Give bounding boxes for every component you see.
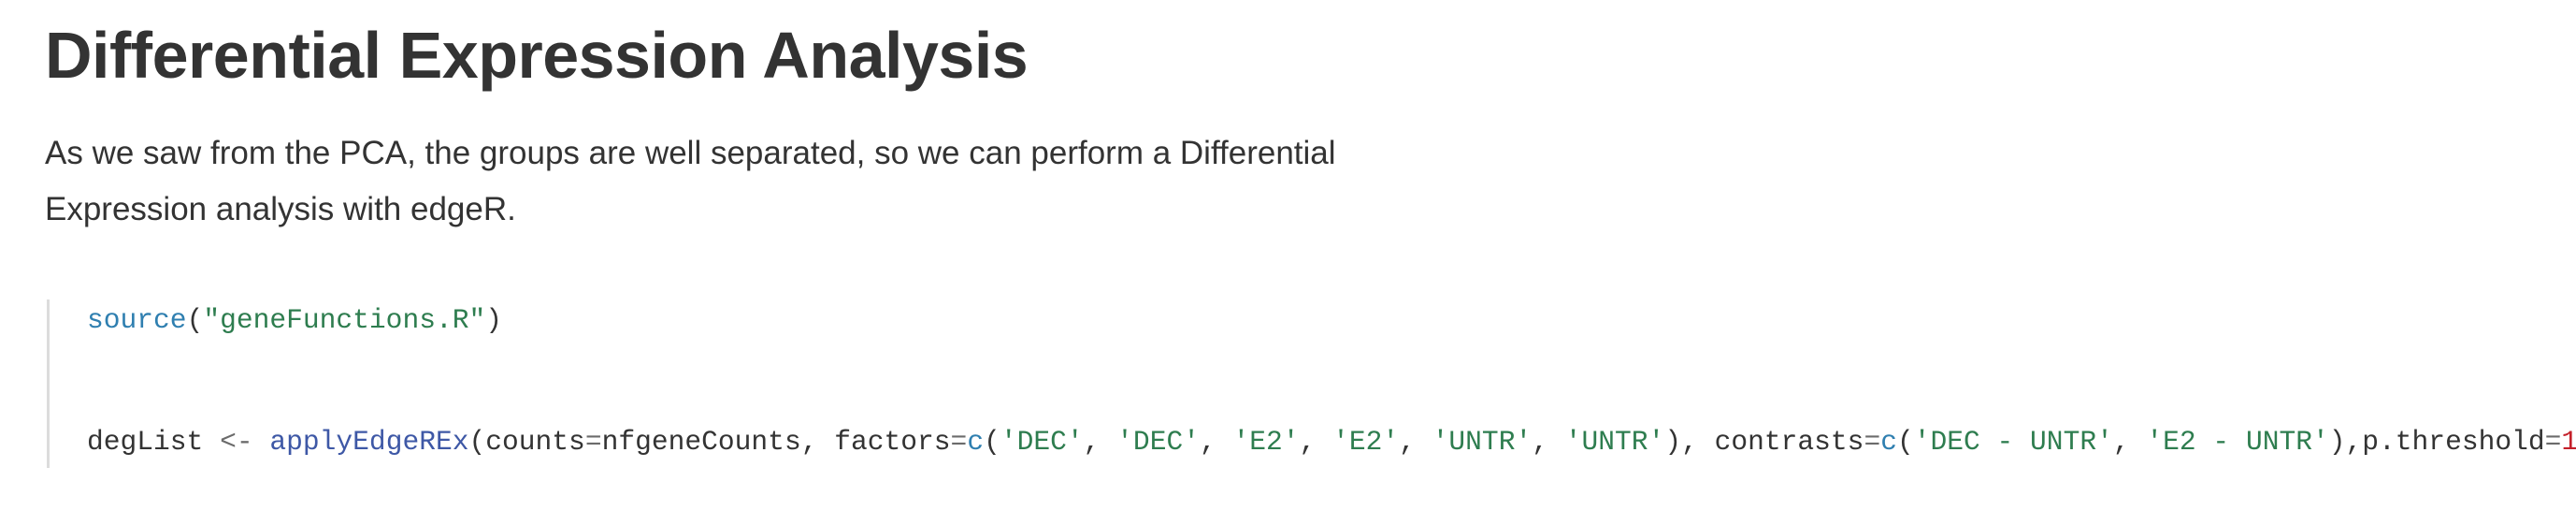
code-punct: ( <box>186 304 204 336</box>
code-string: 'DEC - UNTR' <box>1913 426 2113 458</box>
code-text: (counts <box>468 426 585 458</box>
code-equals: = <box>1864 426 1881 458</box>
code-string: 'E2' <box>1232 426 1300 458</box>
code-punct: ) <box>485 304 502 336</box>
code-punct: , <box>1532 426 1565 458</box>
code-punct: , <box>1399 426 1432 458</box>
code-function-c: c <box>1880 426 1897 458</box>
code-assign-operator: <- <box>220 426 253 458</box>
code-equals: = <box>950 426 968 458</box>
code-text: ), contrasts <box>1664 426 1864 458</box>
intro-paragraph: As we saw from the PCA, the groups are w… <box>45 135 1336 227</box>
code-string: 'DEC' <box>1000 426 1084 458</box>
code-string: 'DEC' <box>1116 426 1200 458</box>
code-string-filename: "geneFunctions.R" <box>203 304 486 336</box>
code-line-apply-edger: degList <- applyEdgeREx(counts=nfgeneCou… <box>87 423 2576 460</box>
code-number: 1 <box>2561 426 2576 458</box>
code-text: ),p.threshold <box>2328 426 2545 458</box>
code-equals: = <box>584 426 602 458</box>
code-variable: degList <box>87 426 221 458</box>
code-function-apply-edger: applyEdgeREx <box>269 426 469 458</box>
code-line-source: source("geneFunctions.R") <box>87 301 502 339</box>
code-punct: , <box>1199 426 1233 458</box>
code-string: 'UNTR' <box>1564 426 1665 458</box>
code-string: 'UNTR' <box>1432 426 1533 458</box>
code-punct: , <box>2112 426 2147 458</box>
code-function-c: c <box>967 426 985 458</box>
code-function-source: source <box>87 304 187 336</box>
code-punct: , <box>1299 426 1333 458</box>
code-punct: ( <box>984 426 1000 458</box>
code-punct: , <box>1083 426 1117 458</box>
code-punct: ( <box>1896 426 1914 458</box>
code-text: nfgeneCounts, factors <box>601 426 951 458</box>
code-block: source("geneFunctions.R") degList <- app… <box>47 299 2576 468</box>
code-string: 'E2 - UNTR' <box>2146 426 2329 458</box>
code-equals: = <box>2544 426 2562 458</box>
page-title: Differential Expression Analysis <box>45 19 1029 92</box>
code-string: 'E2' <box>1332 426 1400 458</box>
